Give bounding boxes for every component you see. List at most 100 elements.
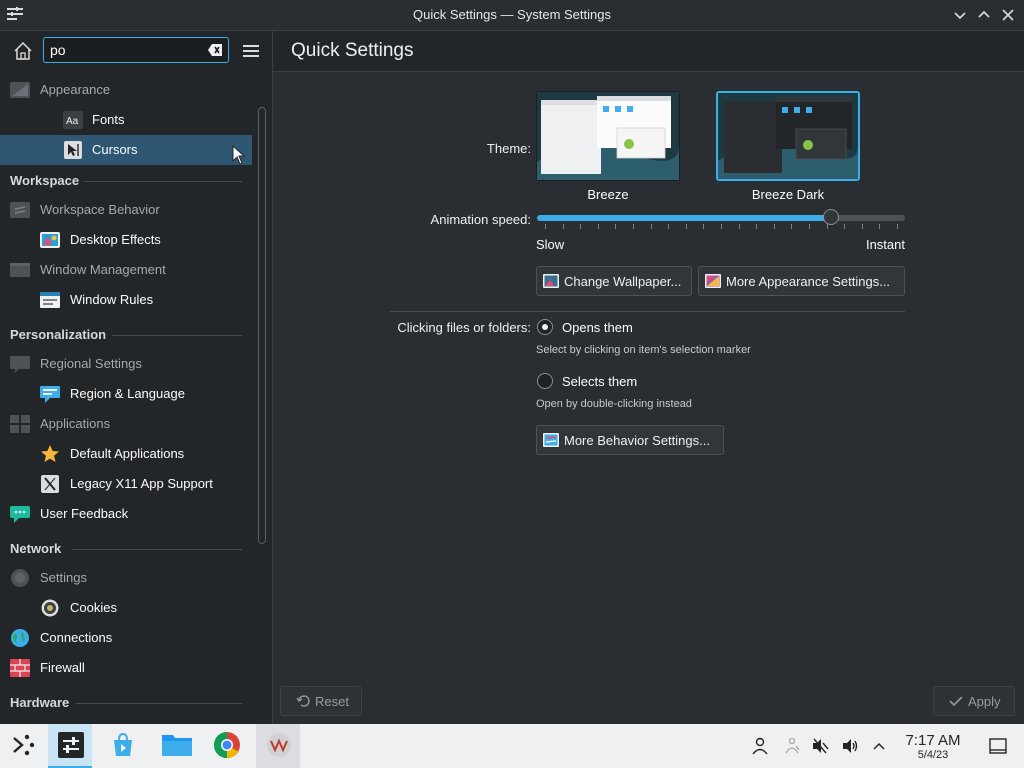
window-title: Quick Settings — System Settings — [413, 7, 611, 22]
radio-selects-them-label[interactable]: Selects them — [562, 374, 637, 389]
sidebar-item-appearance[interactable]: Appearance — [0, 75, 252, 105]
taskbar-vm-app[interactable] — [256, 724, 300, 768]
taskbar-file-manager[interactable] — [152, 724, 196, 768]
region-language-icon — [40, 386, 60, 403]
sidebar-item-connections[interactable]: Connections — [0, 623, 252, 653]
firewall-icon — [10, 659, 30, 677]
theme-option-breeze-dark[interactable] — [716, 91, 860, 181]
apply-button[interactable]: Apply — [933, 686, 1015, 716]
sidebar-item-applications[interactable]: Applications — [0, 409, 252, 439]
radio-opens-them-label[interactable]: Opens them — [562, 320, 633, 335]
slider-tick — [545, 224, 546, 229]
section-header-network: Network — [10, 538, 242, 558]
sidebar-item-legacy-x11[interactable]: Legacy X11 App Support — [0, 469, 252, 499]
theme-option-breeze[interactable] — [536, 91, 680, 181]
sidebar-item-fonts[interactable]: Aa Fonts — [0, 105, 252, 135]
section-label: Hardware — [10, 695, 70, 710]
slider-tick — [738, 224, 740, 229]
page-title: Quick Settings — [291, 40, 414, 61]
window-management-icon — [10, 263, 30, 277]
sidebar-item-label: Appearance — [40, 82, 111, 97]
hamburger-menu-button[interactable] — [241, 42, 261, 60]
accessibility-icon[interactable] — [783, 737, 801, 755]
taskbar-chrome[interactable] — [204, 724, 248, 768]
radio-selects-them[interactable] — [537, 373, 553, 389]
breeze-dark-theme-preview — [718, 93, 858, 179]
sidebar-item-workspace-behavior[interactable]: Workspace Behavior — [0, 195, 252, 225]
button-label: More Behavior Settings... — [564, 433, 710, 448]
title-bar: Quick Settings — System Settings — [0, 0, 1024, 31]
sidebar-item-label: Applications — [40, 416, 111, 431]
sidebar-list: Appearance Aa Fonts Cursors Workspace Wo… — [0, 75, 252, 724]
slider-tick — [844, 224, 846, 229]
sidebar-scrollbar[interactable] — [258, 107, 266, 544]
taskbar-system-settings[interactable] — [48, 724, 92, 768]
sidebar-item-firewall[interactable]: Firewall — [0, 653, 252, 683]
slider-tick — [703, 224, 705, 229]
sidebar-item-label: Desktop Effects — [70, 232, 161, 247]
sidebar-item-window-rules[interactable]: Window Rules — [0, 285, 252, 315]
sidebar-item-network-settings[interactable]: Settings — [0, 563, 252, 593]
radio-opens-them[interactable] — [537, 319, 553, 335]
sidebar-item-label: Cookies — [70, 600, 117, 615]
theme-label: Theme: — [486, 141, 531, 156]
maximize-button[interactable] — [974, 5, 994, 25]
mouse-pointer-icon — [232, 145, 246, 165]
close-button[interactable] — [998, 5, 1018, 25]
clock-date: 5/4/23 — [917, 749, 949, 761]
taskbar-discover[interactable] — [100, 724, 144, 768]
cursors-icon — [64, 141, 82, 159]
slider-tick — [773, 224, 775, 229]
app-launcher-button[interactable] — [0, 724, 44, 768]
slider-handle[interactable] — [823, 209, 840, 225]
slider-max-label: Instant — [865, 237, 905, 252]
slider-tick — [861, 224, 863, 229]
home-icon — [14, 41, 32, 60]
sidebar-item-regional-settings[interactable]: Regional Settings — [0, 349, 252, 379]
search-field[interactable] — [43, 37, 229, 63]
system-settings-icon — [58, 732, 84, 758]
main-header: Quick Settings — [273, 31, 1024, 72]
chevron-up-icon[interactable] — [870, 737, 888, 755]
sidebar-item-cursors[interactable]: Cursors — [0, 135, 252, 165]
clear-search-button[interactable] — [207, 43, 223, 57]
sidebar-item-desktop-effects[interactable]: Desktop Effects — [0, 225, 252, 255]
wallpaper-icon — [543, 274, 559, 288]
section-label: Network — [10, 541, 62, 556]
more-appearance-settings-button[interactable]: More Appearance Settings... — [698, 266, 905, 296]
slider-tick — [721, 224, 722, 229]
search-input[interactable] — [50, 41, 200, 59]
button-label: More Appearance Settings... — [726, 274, 891, 289]
reset-button[interactable]: Reset — [280, 686, 362, 716]
section-divider — [76, 703, 242, 704]
volume-icon[interactable] — [841, 737, 859, 755]
mute-icon[interactable] — [811, 737, 829, 755]
sidebar-item-default-applications[interactable]: Default Applications — [0, 439, 252, 469]
home-button[interactable] — [12, 40, 34, 62]
user-icon[interactable] — [751, 737, 769, 755]
slider-tick — [580, 224, 582, 229]
sidebar-header — [0, 31, 272, 73]
sidebar-item-user-feedback[interactable]: User Feedback — [0, 499, 252, 529]
sidebar-item-cookies[interactable]: Cookies — [0, 593, 252, 623]
section-separator — [390, 311, 905, 312]
show-desktop-icon[interactable] — [989, 737, 1007, 755]
x11-icon — [41, 475, 59, 493]
file-manager-icon — [162, 735, 192, 756]
chevron-up-icon — [978, 10, 990, 18]
more-behavior-settings-button[interactable]: More Behavior Settings... — [536, 425, 724, 455]
sidebar-item-region-language[interactable]: Region & Language — [0, 379, 252, 409]
cookies-icon — [41, 599, 59, 617]
section-header-hardware: Hardware — [10, 692, 242, 712]
sidebar-item-label: Window Management — [40, 262, 166, 277]
clock[interactable]: 7:17 AM 5/4/23 — [896, 732, 970, 761]
change-wallpaper-button[interactable]: Change Wallpaper... — [536, 266, 692, 296]
appearance-icon — [10, 82, 30, 98]
minimize-button[interactable] — [950, 5, 970, 25]
appearance-settings-icon — [705, 274, 721, 288]
section-divider — [84, 181, 242, 182]
clicking-files-label: Clicking files or folders: — [397, 320, 531, 335]
sidebar-item-window-management[interactable]: Window Management — [0, 255, 252, 285]
animation-speed-slider[interactable] — [537, 209, 905, 225]
sidebar-item-label: Fonts — [92, 112, 125, 127]
